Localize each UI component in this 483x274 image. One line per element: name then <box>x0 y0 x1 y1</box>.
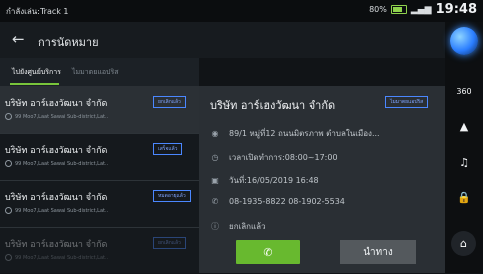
item-address: 99 Moo7,Laat Sawai Sub-district,Lat.. <box>5 207 108 214</box>
item-address: 99 Moo7,Laat Sawai Sub-district,Lat.. <box>5 254 108 261</box>
location-pin-icon <box>5 160 12 167</box>
detail-phone: 08-1935-8822 08-1902-5534 <box>229 197 345 206</box>
status-badge: เสร็จแล้ว <box>153 143 183 155</box>
view-360-button[interactable]: 360 <box>452 79 476 103</box>
detail-hours: เวลาเปิดทำการ:08:00~17:00 <box>229 153 338 162</box>
detail-phone-row: ✆ 08-1935-8822 08-1902-5534 <box>210 197 345 206</box>
tab-bar: ไปยังศูนย์บริการ ไมมาตยแอปริส <box>0 58 199 86</box>
location-pin-icon <box>5 113 12 120</box>
assistant-orb-icon[interactable] <box>450 27 478 55</box>
info-icon: ⓘ <box>211 222 219 231</box>
detail-date-row: ▣ วันที่:16/05/2019 16:48 <box>210 174 319 187</box>
list-item[interactable]: บริษัท อาร์เฮงวัฒนา จำกัด 99 Moo7,Laat S… <box>0 133 199 181</box>
home-icon[interactable]: ⌂ <box>451 231 476 256</box>
tab-secondary[interactable]: ไมมาตยแอปริส <box>72 67 119 78</box>
item-name: บริษัท อาร์เฮงวัฒนา จำกัด <box>5 146 108 156</box>
item-address: 99 Moo7,Laat Sawai Sub-district,Lat.. <box>5 160 108 167</box>
page-header: ← การนัดหมาย <box>0 22 445 58</box>
clock: 19:48 <box>435 2 477 17</box>
list-item[interactable]: บริษัท อาร์เฮงวัฒนา จำกัด 99 Moo7,Laat S… <box>0 227 199 274</box>
battery-icon <box>390 5 407 14</box>
list-item[interactable]: บริษัท อาร์เฮงวัฒนา จำกัด 99 Moo7,Laat S… <box>0 180 199 228</box>
navigation-arrow-icon[interactable]: ▲ <box>452 114 476 138</box>
detail-hours-row: ◷ เวลาเปิดทำการ:08:00~17:00 <box>210 151 338 164</box>
lock-icon[interactable]: 🔒 <box>452 185 476 209</box>
tab-service-center[interactable]: ไปยังศูนย์บริการ <box>12 67 61 78</box>
navigate-button[interactable]: นำทาง <box>340 240 416 264</box>
location-pin-icon <box>5 254 12 261</box>
signal-icon: ▂▄▆ <box>410 4 432 15</box>
detail-status: ยกเลิกแล้ว <box>229 222 266 231</box>
detail-address: 89/1 หมู่ที่12 ถนนมิตรภาพ ตำบลในเมือง... <box>229 129 380 138</box>
phone-icon: ✆ <box>211 197 219 206</box>
appointment-detail: บริษัท อาร์เฮงวัฒนา จำกัด ไมมาตยแอปริส ◉… <box>199 86 445 273</box>
view-360-icon: 360 <box>456 86 472 96</box>
page-title: การนัดหมาย <box>38 36 99 49</box>
detail-badge: ไมมาตยแอปริส <box>385 96 429 108</box>
active-tab-indicator <box>10 83 59 85</box>
music-icon[interactable]: ♫ <box>452 150 476 174</box>
item-address-text: 99 Moo7,Laat Sawai Sub-district,Lat.. <box>15 207 109 214</box>
call-button[interactable]: ✆ <box>236 240 300 264</box>
appointment-list[interactable]: บริษัท อาร์เฮงวัฒนา จำกัด 99 Moo7,Laat S… <box>0 86 199 273</box>
status-badge: ยกเลิกแล้ว <box>153 96 186 108</box>
phone-icon: ✆ <box>263 245 273 259</box>
item-address-text: 99 Moo7,Laat Sawai Sub-district,Lat.. <box>15 160 109 167</box>
battery-percent: 80% <box>369 5 387 14</box>
detail-title: บริษัท อาร์เฮงวัฒนา จำกัด <box>210 99 336 112</box>
detail-address-row: ◉ 89/1 หมู่ที่12 ถนนมิตรภาพ ตำบลในเมือง.… <box>210 127 380 140</box>
status-indicators: 80% ▂▄▆ 19:48 <box>369 2 477 17</box>
location-pin-icon <box>5 207 12 214</box>
detail-status-row: ⓘ ยกเลิกแล้ว <box>210 220 266 233</box>
item-name: บริษัท อาร์เฮงวัฒนา จำกัด <box>5 240 108 250</box>
location-pin-icon: ◉ <box>211 129 219 138</box>
detail-date: วันที่:16/05/2019 16:48 <box>229 176 319 185</box>
status-badge: หมดอายุแล้ว <box>153 190 191 202</box>
list-item[interactable]: บริษัท อาร์เฮงวัฒนา จำกัด 99 Moo7,Laat S… <box>0 86 199 134</box>
item-address-text: 99 Moo7,Laat Sawai Sub-district,Lat.. <box>15 254 109 261</box>
item-address: 99 Moo7,Laat Sawai Sub-district,Lat.. <box>5 113 108 120</box>
clock-icon: ◷ <box>211 153 219 162</box>
now-playing: กำลังเล่น:Track 1 <box>6 7 69 16</box>
status-bar: กำลังเล่น:Track 1 80% ▂▄▆ 19:48 <box>0 0 483 22</box>
item-name: บริษัท อาร์เฮงวัฒนา จำกัด <box>5 99 108 109</box>
calendar-icon: ▣ <box>211 176 219 185</box>
item-address-text: 99 Moo7,Laat Sawai Sub-district,Lat.. <box>15 113 109 120</box>
status-badge: ยกเลิกแล้ว <box>153 237 186 249</box>
item-name: บริษัท อาร์เฮงวัฒนา จำกัด <box>5 193 108 203</box>
back-arrow-icon[interactable]: ← <box>12 30 25 48</box>
